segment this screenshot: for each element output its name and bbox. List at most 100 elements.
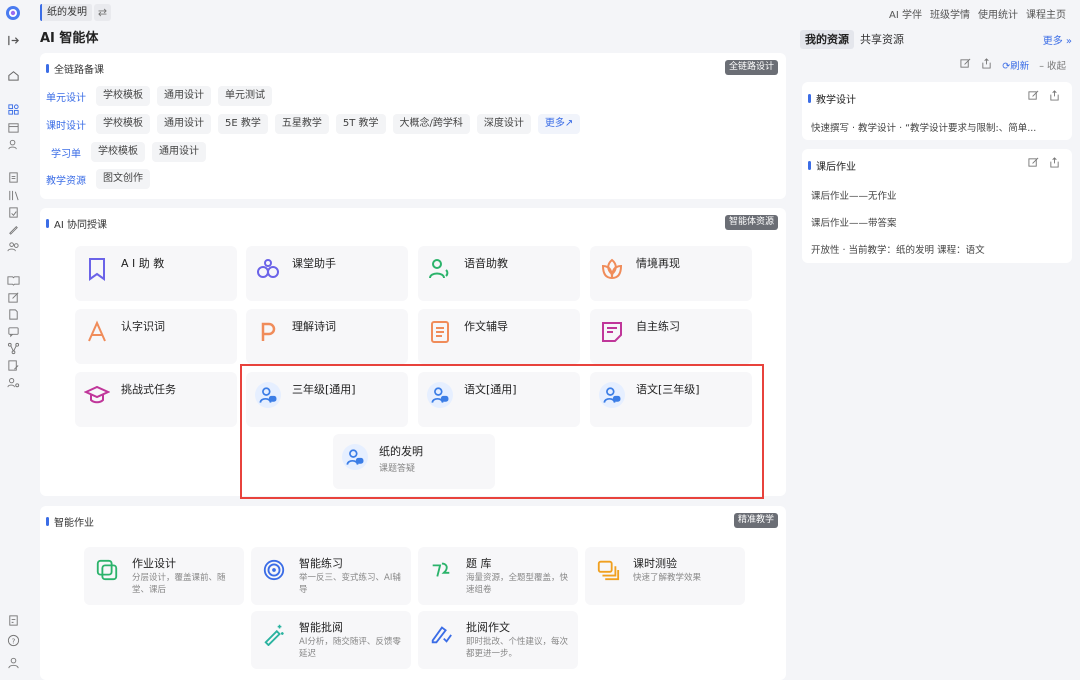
calendar-icon[interactable]	[6, 120, 20, 134]
edit-icon[interactable]	[1028, 157, 1039, 171]
chip[interactable]: 图文创作	[96, 169, 150, 189]
chip[interactable]: 学校模板	[91, 142, 145, 162]
note-edit-icon[interactable]	[6, 358, 20, 372]
homework-title: 题 库	[466, 557, 492, 570]
share-icon[interactable]	[1049, 157, 1060, 171]
flower-icon	[598, 255, 626, 283]
resource-line[interactable]: 快速撰写 · 教学设计 · “教学设计要求与限制:、简单...	[811, 120, 1061, 134]
help-icon[interactable]: ?	[6, 633, 20, 647]
homework-tile[interactable]: 课时测验 快速了解教学效果	[585, 547, 745, 605]
chip[interactable]: 5E 教学	[218, 114, 268, 134]
agent-tile[interactable]: 作文辅导	[418, 309, 580, 364]
share-icon[interactable]	[1049, 90, 1060, 104]
chip[interactable]: 大概念/跨学科	[392, 114, 470, 134]
pen-icon[interactable]	[6, 222, 20, 236]
more-chip[interactable]: 更多↗	[537, 114, 581, 134]
agent-title: 语音助教	[464, 257, 508, 270]
group-icon[interactable]	[6, 239, 20, 253]
swap-icon[interactable]: ⇄	[94, 4, 111, 21]
home-icon[interactable]	[6, 68, 20, 82]
grading-icon	[428, 621, 454, 647]
refresh-button[interactable]: ⟳刷新	[1002, 58, 1029, 72]
row-label[interactable]: 单元设计	[46, 89, 86, 104]
card-actions	[1028, 90, 1060, 104]
agent-tile[interactable]: 挑战式任务	[75, 372, 237, 427]
agent-tile[interactable]: 自主练习	[590, 309, 752, 364]
file-check-icon[interactable]	[6, 205, 20, 219]
homework-desc: 海量资源，全题型覆盖，快速组卷	[466, 573, 569, 595]
tab-my-resources[interactable]: 我的资源	[800, 30, 854, 49]
current-doc-tag[interactable]: 纸的发明	[40, 4, 92, 21]
homework-title: 课时测验	[633, 557, 677, 570]
tab-shared-resources[interactable]: 共享资源	[860, 30, 904, 49]
resource-card-title: 课后作业	[808, 158, 856, 173]
clipboard-icon[interactable]	[6, 613, 20, 627]
top-link-course-home[interactable]: 课程主页	[1026, 6, 1066, 21]
profile-icon[interactable]	[6, 655, 20, 669]
resource-card-homework[interactable]: 课后作业 课后作业——无作业 课后作业——带答案 开放性 · 当前教学：纸的发明…	[802, 149, 1072, 263]
document-icon[interactable]	[6, 170, 20, 184]
homework-desc: 快速了解教学效果	[633, 573, 702, 583]
row-label[interactable]: 课时设计	[46, 117, 86, 132]
section-badge[interactable]: 全链路设计	[724, 60, 778, 75]
books-icon[interactable]	[6, 188, 20, 202]
homework-tile[interactable]: 智能批阅 AI分析，随交随评、反馈零延迟	[251, 611, 411, 669]
more-link[interactable]: 更多 »	[1043, 32, 1072, 47]
resource-line[interactable]: 课后作业——带答案	[811, 215, 1061, 229]
network-icon[interactable]	[6, 341, 20, 355]
top-links: AI 学伴 班级学情 使用统计 课程主页	[889, 6, 1066, 21]
section-badge[interactable]: 精准教学	[733, 513, 778, 528]
app-logo-icon[interactable]	[5, 5, 21, 21]
agent-tile[interactable]: A I 助 教	[75, 246, 237, 301]
chip[interactable]: 通用设计	[157, 86, 211, 106]
question-bank-icon	[428, 557, 454, 583]
expand-icon[interactable]	[6, 33, 20, 47]
collapse-button[interactable]: – 收起	[1039, 58, 1066, 72]
chip[interactable]: 学校模板	[96, 114, 150, 134]
homework-tile[interactable]: 作业设计 分层设计，覆盖课前、随堂、课后	[84, 547, 244, 605]
circles-icon	[254, 255, 282, 283]
row-label[interactable]: 教学资源	[46, 172, 86, 187]
chip[interactable]: 通用设计	[157, 114, 211, 134]
homework-tile[interactable]: 智能练习 举一反三、变式练习、AI辅导	[251, 547, 411, 605]
section-badge[interactable]: 智能体资源	[724, 215, 778, 230]
resource-card-teaching-design[interactable]: 教学设计 快速撰写 · 教学设计 · “教学设计要求与限制:、简单...	[802, 82, 1072, 140]
top-link-class-analytics[interactable]: 班级学情	[930, 6, 970, 21]
apps-icon[interactable]	[6, 102, 20, 116]
homework-title: 智能批阅	[299, 621, 343, 634]
homework-desc: 即时批改、个性建议，每次都更进一步。	[466, 637, 569, 659]
agent-tile[interactable]: 课堂助手	[246, 246, 408, 301]
top-link-ai-companion[interactable]: AI 学伴	[889, 6, 922, 21]
edit-icon[interactable]	[6, 290, 20, 304]
agent-tile[interactable]: 语音助教	[418, 246, 580, 301]
agent-tile[interactable]: 情境再现	[590, 246, 752, 301]
top-link-usage-stats[interactable]: 使用统计	[978, 6, 1018, 21]
file-icon[interactable]	[6, 307, 20, 321]
edit-icon[interactable]	[960, 58, 971, 72]
book-open-icon[interactable]	[6, 273, 20, 287]
note-icon	[598, 318, 626, 346]
resource-line[interactable]: 课后作业——无作业	[811, 188, 1061, 202]
chip[interactable]: 学校模板	[96, 86, 150, 106]
chip[interactable]: 五星教学	[274, 114, 329, 134]
chip[interactable]: 5T 教学	[335, 114, 386, 134]
chat-icon[interactable]	[6, 324, 20, 338]
document-lines-icon	[426, 318, 454, 346]
agent-tile[interactable]: 理解诗词	[246, 309, 408, 364]
resource-tools: ⟳刷新 – 收起	[960, 58, 1066, 72]
resource-line[interactable]: 开放性 · 当前教学：纸的发明 课程：语文	[811, 242, 1061, 256]
chip[interactable]: 深度设计	[476, 114, 531, 134]
user-settings-icon[interactable]	[6, 375, 20, 389]
users-icon[interactable]	[6, 137, 20, 151]
chip[interactable]: 单元测试	[218, 86, 272, 106]
section-title: AI 协同授课	[54, 220, 107, 231]
chip[interactable]: 通用设计	[152, 142, 206, 162]
homework-tile[interactable]: 题 库 海量资源，全题型覆盖，快速组卷	[418, 547, 578, 605]
share-icon[interactable]	[981, 58, 992, 72]
edit-icon[interactable]	[1028, 90, 1039, 104]
agent-title: 课堂助手	[292, 257, 336, 270]
homework-tile[interactable]: 批阅作文 即时批改、个性建议，每次都更进一步。	[418, 611, 578, 669]
agent-tile[interactable]: 认字识词	[75, 309, 237, 364]
share-arrow-icon: ↗	[564, 118, 574, 129]
row-label[interactable]: 学习单	[51, 145, 81, 160]
